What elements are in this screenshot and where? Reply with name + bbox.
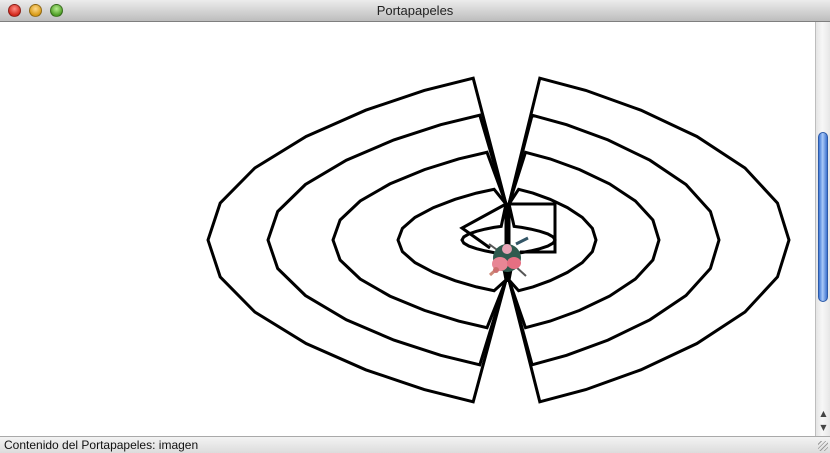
right-loop-4 (507, 113, 721, 367)
right-loop-5 (507, 76, 791, 404)
title-bar: Portapapeles (0, 0, 830, 22)
left-loop-2 (396, 187, 508, 293)
vertical-scrollbar[interactable]: ▲ ▼ (815, 22, 830, 436)
window-title: Portapapeles (376, 3, 454, 18)
scroll-down-arrow-icon[interactable]: ▼ (817, 421, 830, 434)
scrollbar-thumb[interactable] (818, 132, 828, 302)
clipboard-image (206, 76, 791, 404)
right-loop-3 (507, 150, 661, 330)
scroll-up-arrow-icon[interactable]: ▲ (817, 407, 830, 420)
resize-grip-icon[interactable] (818, 441, 828, 451)
status-text: Contenido del Portapapeles: imagen (4, 438, 199, 452)
left-loop-4 (266, 113, 508, 367)
status-bar: Contenido del Portapapeles: imagen (0, 436, 830, 453)
clipboard-content-area (0, 22, 815, 436)
